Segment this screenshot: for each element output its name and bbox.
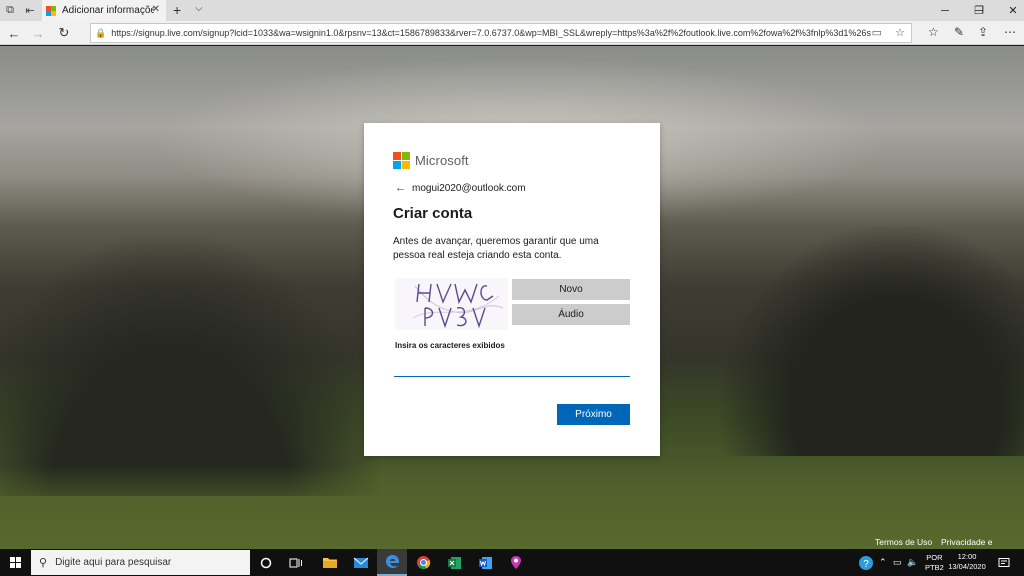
search-icon: ⚲: [39, 557, 48, 569]
taskbar-search-box[interactable]: ⚲ Digite aqui para pesquisar: [31, 550, 250, 575]
microsoft-logo: Microsoft: [393, 152, 469, 169]
tab-close-icon[interactable]: ✕: [152, 4, 160, 15]
address-bar-row: ← → ↻ 🔒 https://signup.live.com/signup?l…: [0, 21, 1024, 45]
url-text: https://signup.live.com/signup?lcid=1033…: [111, 28, 872, 38]
new-captcha-button[interactable]: Novo: [512, 279, 630, 300]
more-menu-icon[interactable]: ⋯: [1004, 25, 1016, 39]
taskbar: ⚲ Digite aqui para pesquisar ? ⌃ ▭ 🔈 POR…: [0, 549, 1024, 576]
edge-icon[interactable]: [377, 549, 407, 576]
minimize-window-button[interactable]: ─: [928, 0, 962, 21]
maps-icon[interactable]: [501, 549, 531, 576]
tab-title: Adicionar informações de: [62, 5, 154, 16]
start-button[interactable]: [0, 549, 31, 576]
lock-icon: 🔒: [95, 27, 107, 38]
clock-date: 13/04/2020: [948, 562, 986, 571]
volume-icon[interactable]: 🔈: [907, 549, 918, 576]
back-icon[interactable]: ←: [4, 24, 24, 42]
word-icon[interactable]: [470, 549, 500, 576]
favorite-star-icon[interactable]: ☆: [895, 27, 905, 39]
set-tabs-aside-icon[interactable]: ⧉: [0, 0, 20, 21]
brand-name: Microsoft: [415, 153, 469, 168]
mountain-left: [0, 236, 380, 496]
audio-captcha-button[interactable]: Áudio: [512, 304, 630, 325]
url-input[interactable]: 🔒 https://signup.live.com/signup?lcid=10…: [90, 23, 912, 43]
captcha-image: [395, 278, 508, 330]
keyboard-layout: PTB2: [925, 562, 944, 572]
windows-logo-icon: [10, 557, 21, 568]
microsoft-logo-icon: [393, 152, 410, 169]
mountain-right: [720, 226, 1024, 456]
new-tab-button[interactable]: +: [173, 2, 181, 18]
clock-time: 12:00: [957, 552, 977, 561]
account-back-row[interactable]: ← mogui2020@outlook.com: [395, 182, 526, 194]
svg-text:?: ?: [863, 559, 869, 570]
description-text: Antes de avançar, queremos garantir que …: [393, 236, 599, 261]
mail-icon[interactable]: [346, 549, 376, 576]
forward-icon[interactable]: →: [28, 24, 48, 42]
maximize-window-button[interactable]: ❐: [962, 0, 996, 21]
next-button[interactable]: Próximo: [557, 404, 630, 425]
chrome-icon[interactable]: [408, 549, 438, 576]
signup-card: Microsoft ← mogui2020@outlook.com Criar …: [364, 123, 660, 456]
close-window-button[interactable]: ✕: [996, 0, 1024, 21]
share-icon[interactable]: ⇪: [978, 25, 988, 39]
input-language-indicator[interactable]: POR PTB2: [925, 549, 944, 576]
cortana-icon[interactable]: [251, 549, 281, 576]
captcha-input-label: Insira os caracteres exibidos: [395, 341, 505, 350]
back-arrow-icon[interactable]: ←: [395, 182, 406, 194]
network-icon[interactable]: ▭: [893, 549, 902, 576]
show-hidden-icons-chevron-icon[interactable]: ⌃: [879, 549, 887, 576]
browser-tab[interactable]: Adicionar informações de ✕: [42, 0, 166, 21]
account-email: mogui2020@outlook.com: [412, 182, 526, 194]
captcha-input[interactable]: [394, 359, 630, 377]
reading-view-icon[interactable]: ▭: [872, 27, 882, 39]
tab-menu-chevron-icon[interactable]: ⌵: [195, 3, 203, 14]
file-explorer-icon[interactable]: [315, 549, 345, 576]
refresh-icon[interactable]: ↻: [54, 24, 74, 42]
favorites-icon[interactable]: ☆: [928, 25, 939, 39]
notes-pen-icon[interactable]: ✎: [954, 25, 964, 39]
terms-link[interactable]: Termos de Uso: [875, 537, 932, 547]
page-title: Criar conta: [393, 205, 473, 222]
microsoft-favicon-icon: [46, 5, 56, 16]
task-view-icon[interactable]: [281, 549, 311, 576]
language-code: POR: [926, 552, 943, 562]
tabs-preview-icon[interactable]: ⇤: [20, 0, 40, 21]
search-placeholder: Digite aqui para pesquisar: [55, 557, 172, 568]
captcha-distorted-text-icon: [412, 283, 504, 329]
help-icon[interactable]: ?: [858, 549, 874, 576]
excel-icon[interactable]: [439, 549, 469, 576]
clock[interactable]: 12:00 13/04/2020: [944, 552, 990, 572]
notifications-icon[interactable]: [998, 549, 1010, 576]
